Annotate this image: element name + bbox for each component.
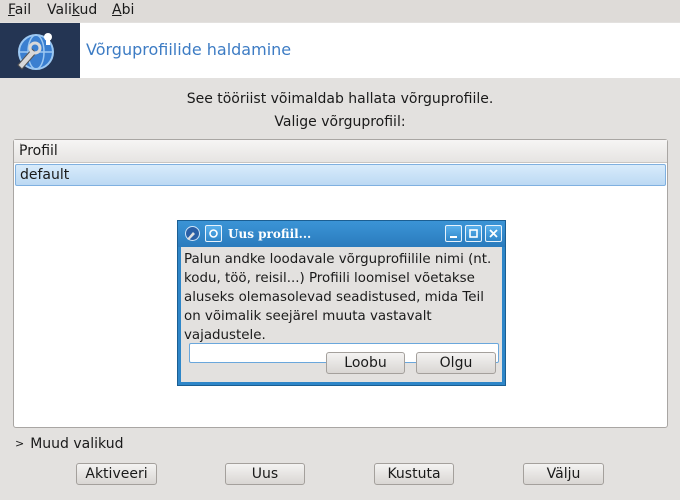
delete-button[interactable]: Kustuta [374, 463, 454, 485]
menu-options-label: Valikud [47, 2, 98, 18]
page-title: Võrguprofiilide haldamine [86, 40, 292, 59]
menu-file-mnemonic: F [8, 2, 15, 18]
window-menu-icon[interactable] [205, 225, 222, 242]
menu-help-mnemonic: A [112, 2, 122, 18]
dialog-body: Palun andke loodavale võrguprofiilile ni… [181, 247, 502, 382]
menu-help[interactable]: Abi [112, 2, 134, 18]
dialog-titlebar[interactable]: Uus profiil... [178, 221, 505, 247]
list-item-label: default [20, 167, 70, 183]
activate-button[interactable]: Aktiveeri [76, 463, 157, 485]
dialog-message: Palun andke loodavale võrguprofiilile ni… [184, 252, 492, 343]
column-grip-icon: ⁝ [19, 142, 23, 153]
maximize-icon[interactable] [465, 225, 482, 242]
new-button[interactable]: Uus [225, 463, 305, 485]
menu-help-label: bi [121, 2, 135, 18]
minimize-icon[interactable] [445, 225, 462, 242]
header-banner: Võrguprofiilide haldamine [0, 23, 680, 78]
close-icon[interactable] [485, 225, 502, 242]
list-column-header[interactable]: Profiil ⁝ [14, 140, 667, 163]
description-line-2: Valige võrguprofiil: [274, 114, 406, 130]
cancel-button[interactable]: Loobu [326, 352, 405, 374]
network-profiles-icon [17, 33, 54, 70]
more-options-expander[interactable]: > Muud valikud [15, 436, 123, 452]
chevron-right-icon: > [15, 437, 25, 450]
menu-file-label: ail [14, 2, 32, 18]
logo-tile [0, 23, 80, 78]
menu-options[interactable]: Valikud [47, 2, 97, 18]
dialog-title: Uus profiil... [228, 227, 312, 241]
expander-label: Muud valikud [30, 436, 124, 452]
new-profile-dialog: Uus profiil... Palun andke loodavale võr… [177, 220, 506, 386]
menubar: Fail Valikud Abi [0, 0, 680, 22]
description-line-1: See tööriist võimaldab hallata võrguprof… [186, 91, 494, 107]
ok-button[interactable]: Olgu [416, 352, 496, 374]
menu-file[interactable]: Fail [8, 2, 31, 18]
quit-button[interactable]: Välju [523, 463, 604, 485]
app-icon [185, 226, 200, 241]
list-item[interactable]: default [15, 164, 666, 186]
